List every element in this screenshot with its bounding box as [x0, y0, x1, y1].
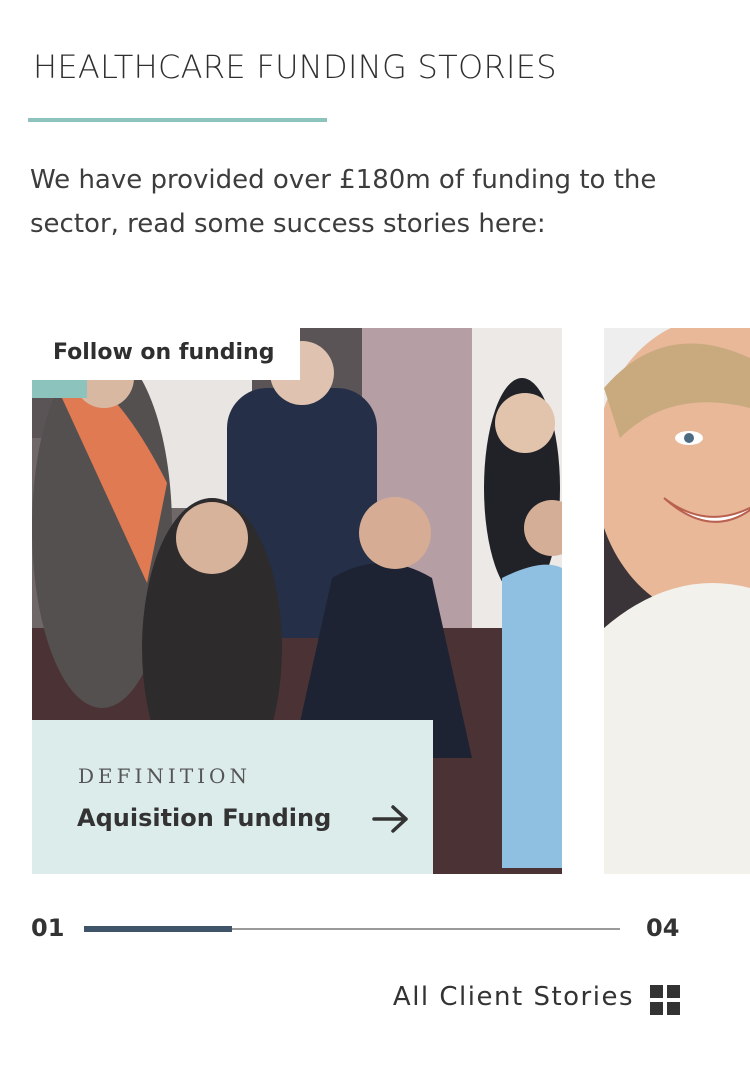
arrow-right-icon[interactable]	[372, 804, 410, 834]
page-title: HEALTHCARE FUNDING STORIES	[33, 48, 557, 86]
all-client-stories-link[interactable]: All Client Stories	[393, 982, 634, 1012]
story-title[interactable]: Aquisition Funding	[77, 804, 331, 832]
intro-text: We have provided over £180m of funding t…	[30, 165, 657, 239]
slide-total-index: 04	[646, 914, 680, 942]
title-underline	[28, 118, 327, 122]
next-story-card[interactable]	[604, 328, 750, 874]
grid-icon[interactable]	[650, 985, 680, 1015]
tag-accent	[32, 380, 87, 398]
story-info-panel[interactable]: DEFINITION Aquisition Funding	[32, 720, 433, 874]
story-card[interactable]: Follow on funding DEFINITION Aquisition …	[32, 328, 562, 874]
carousel-progress-fill	[84, 926, 232, 932]
slide-current-index: 01	[31, 914, 65, 942]
category-tag-label: Follow on funding	[53, 340, 275, 365]
story-kicker: DEFINITION	[78, 764, 251, 788]
next-story-photo	[604, 328, 750, 874]
category-tag: Follow on funding	[32, 328, 300, 380]
carousel-progress-track[interactable]	[84, 926, 620, 932]
